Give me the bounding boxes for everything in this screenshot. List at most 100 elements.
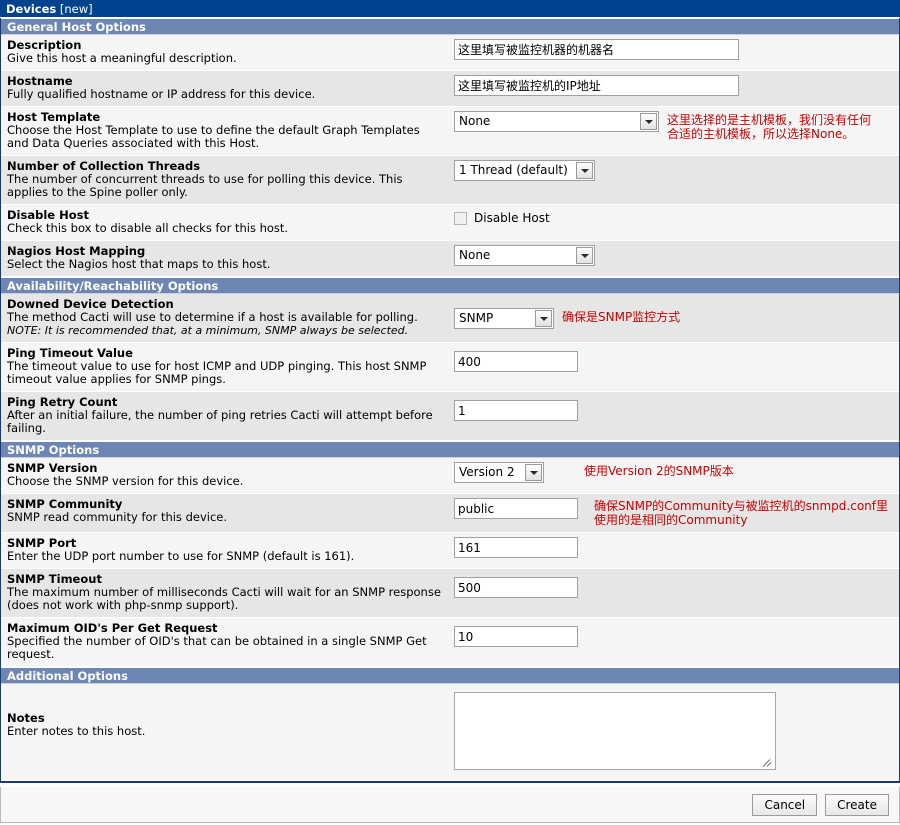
host-template-select[interactable]: None xyxy=(454,111,659,132)
field-row-max-oids: Maximum OID's Per Get Request Specified … xyxy=(1,618,899,667)
snmp-version-select[interactable]: Version 2 xyxy=(454,462,544,483)
device-form: General Host Options Description Give th… xyxy=(0,18,900,783)
field-label-snmp-community: SNMP Community SNMP read community for t… xyxy=(1,494,448,529)
field-label-notes: Notes Enter notes to this host. xyxy=(1,684,448,743)
downed-device-detection-value: SNMP xyxy=(459,311,494,325)
field-row-collection-threads: Number of Collection Threads The number … xyxy=(1,156,899,205)
ping-timeout-input[interactable] xyxy=(454,351,578,372)
field-label-disable-host: Disable Host Check this box to disable a… xyxy=(1,205,448,240)
field-desc-snmp-port: Enter the UDP port number to use for SNM… xyxy=(7,549,355,563)
chevron-down-icon[interactable] xyxy=(576,247,593,264)
disable-host-checkbox[interactable] xyxy=(454,211,467,225)
downed-device-detection-select[interactable]: SNMP xyxy=(454,308,554,329)
section-header-availability: Availability/Reachability Options xyxy=(1,277,899,294)
field-desc-ping-retry-count: After an initial failure, the number of … xyxy=(7,408,433,435)
field-control-ping-retry-count xyxy=(448,392,899,426)
collection-threads-value: 1 Thread (default) xyxy=(459,163,568,177)
chevron-down-icon[interactable] xyxy=(640,113,657,130)
field-control-collection-threads: 1 Thread (default) xyxy=(448,156,899,186)
field-row-ping-timeout: Ping Timeout Value The timeout value to … xyxy=(1,343,899,392)
field-control-description xyxy=(448,35,899,65)
field-row-disable-host: Disable Host Check this box to disable a… xyxy=(1,205,899,241)
chevron-down-icon[interactable] xyxy=(576,162,593,179)
description-input[interactable] xyxy=(454,39,739,60)
field-desc-host-template: Choose the Host Template to use to defin… xyxy=(7,123,420,150)
field-desc-ping-timeout: The timeout value to use for host ICMP a… xyxy=(7,359,427,386)
field-control-nagios-host-mapping: None xyxy=(448,241,899,271)
field-desc-description: Give this host a meaningful description. xyxy=(7,51,237,65)
create-button[interactable]: Create xyxy=(825,793,889,816)
field-label-hostname: Hostname Fully qualified hostname or IP … xyxy=(1,71,448,106)
nagios-host-mapping-value: None xyxy=(459,248,491,262)
snmp-community-input[interactable] xyxy=(454,498,578,519)
field-label-max-oids: Maximum OID's Per Get Request Specified … xyxy=(1,618,448,666)
snmp-port-input[interactable] xyxy=(454,537,578,558)
field-label-snmp-version: SNMP Version Choose the SNMP version for… xyxy=(1,458,448,493)
snmp-version-value: Version 2 xyxy=(459,465,515,479)
annotation-host-template: 这里选择的是主机模板，我们没有任何 合适的主机模板，所以选择None。 xyxy=(667,113,872,141)
field-desc-max-oids: Specified the number of OID's that can b… xyxy=(7,634,427,661)
field-control-max-oids xyxy=(448,618,899,652)
field-desc-snmp-timeout: The maximum number of milliseconds Cacti… xyxy=(7,585,441,612)
field-desc-disable-host: Check this box to disable all checks for… xyxy=(7,221,289,235)
ping-retry-count-input[interactable] xyxy=(454,400,578,421)
field-label-ping-timeout: Ping Timeout Value The timeout value to … xyxy=(1,343,448,391)
field-control-downed-device-detection: SNMP 确保是SNMP监控方式 xyxy=(448,294,899,334)
field-label-collection-threads: Number of Collection Threads The number … xyxy=(1,156,448,204)
page-title: Devices xyxy=(6,2,57,16)
field-control-hostname xyxy=(448,71,899,101)
annotation-snmp-community: 确保SNMP的Community与被监控机的snmpd.conf里 使用的是相同… xyxy=(594,499,889,527)
section-header-additional: Additional Options xyxy=(1,667,899,684)
nagios-host-mapping-select[interactable]: None xyxy=(454,245,595,266)
field-desc-notes: Enter notes to this host. xyxy=(7,724,146,738)
page-title-mode: [new] xyxy=(59,2,93,16)
field-row-nagios-host-mapping: Nagios Host Mapping Select the Nagios ho… xyxy=(1,241,899,277)
notes-textarea[interactable] xyxy=(454,692,776,770)
devices-new-page: Devices [new] General Host Options Descr… xyxy=(0,0,900,825)
annotation-downed-device-detection: 确保是SNMP监控方式 xyxy=(562,310,681,324)
chevron-down-icon[interactable] xyxy=(535,310,552,327)
field-row-notes: Notes Enter notes to this host. xyxy=(1,684,899,781)
field-row-host-template: Host Template Choose the Host Template t… xyxy=(1,107,899,156)
field-desc-snmp-community: SNMP read community for this device. xyxy=(7,510,228,524)
field-label-host-template: Host Template Choose the Host Template t… xyxy=(1,107,448,155)
field-row-description: Description Give this host a meaningful … xyxy=(1,35,899,71)
section-header-general: General Host Options xyxy=(1,18,899,35)
field-control-snmp-community: 确保SNMP的Community与被监控机的snmpd.conf里 使用的是相同… xyxy=(448,494,899,532)
field-control-snmp-port xyxy=(448,533,899,563)
field-desc-collection-threads: The number of concurrent threads to use … xyxy=(7,172,403,199)
field-desc-nagios-host-mapping: Select the Nagios host that maps to this… xyxy=(7,257,271,271)
hostname-input[interactable] xyxy=(454,75,739,96)
disable-host-checkbox-label: Disable Host xyxy=(474,211,550,225)
field-label-snmp-timeout: SNMP Timeout The maximum number of milli… xyxy=(1,569,448,617)
field-label-nagios-host-mapping: Nagios Host Mapping Select the Nagios ho… xyxy=(1,241,448,276)
field-row-snmp-community: SNMP Community SNMP read community for t… xyxy=(1,494,899,533)
field-row-ping-retry-count: Ping Retry Count After an initial failur… xyxy=(1,392,899,441)
snmp-timeout-input[interactable] xyxy=(454,577,578,598)
field-control-notes xyxy=(448,684,899,780)
cancel-button[interactable]: Cancel xyxy=(752,793,818,816)
annotation-snmp-version: 使用Version 2的SNMP版本 xyxy=(584,464,734,478)
max-oids-input[interactable] xyxy=(454,626,578,647)
field-label-description: Description Give this host a meaningful … xyxy=(1,35,448,70)
host-template-value: None xyxy=(459,114,491,128)
field-desc-snmp-version: Choose the SNMP version for this device. xyxy=(7,474,244,488)
resize-handle-icon[interactable] xyxy=(764,759,773,768)
chevron-down-icon[interactable] xyxy=(525,464,542,481)
page-title-bar: Devices [new] xyxy=(0,0,900,18)
field-desc-hostname: Fully qualified hostname or IP address f… xyxy=(7,87,316,101)
field-row-downed-device-detection: Downed Device Detection The method Cacti… xyxy=(1,294,899,343)
field-desc-downed-device-detection: The method Cacti will use to determine i… xyxy=(7,310,418,324)
form-actions-bar: Cancel Create xyxy=(0,787,900,823)
field-label-ping-retry-count: Ping Retry Count After an initial failur… xyxy=(1,392,448,440)
disable-host-checkbox-wrap[interactable]: Disable Host xyxy=(454,209,550,225)
field-control-snmp-timeout xyxy=(448,569,899,603)
section-header-snmp: SNMP Options xyxy=(1,441,899,458)
field-note-downed-device-detection: NOTE: It is recommended that, at a minim… xyxy=(7,324,409,337)
field-row-hostname: Hostname Fully qualified hostname or IP … xyxy=(1,71,899,107)
collection-threads-select[interactable]: 1 Thread (default) xyxy=(454,160,595,181)
field-row-snmp-timeout: SNMP Timeout The maximum number of milli… xyxy=(1,569,899,618)
field-control-host-template: None 这里选择的是主机模板，我们没有任何 合适的主机模板，所以选择None。 xyxy=(448,107,899,146)
field-row-snmp-port: SNMP Port Enter the UDP port number to u… xyxy=(1,533,899,569)
field-control-snmp-version: Version 2 使用Version 2的SNMP版本 xyxy=(448,458,899,488)
